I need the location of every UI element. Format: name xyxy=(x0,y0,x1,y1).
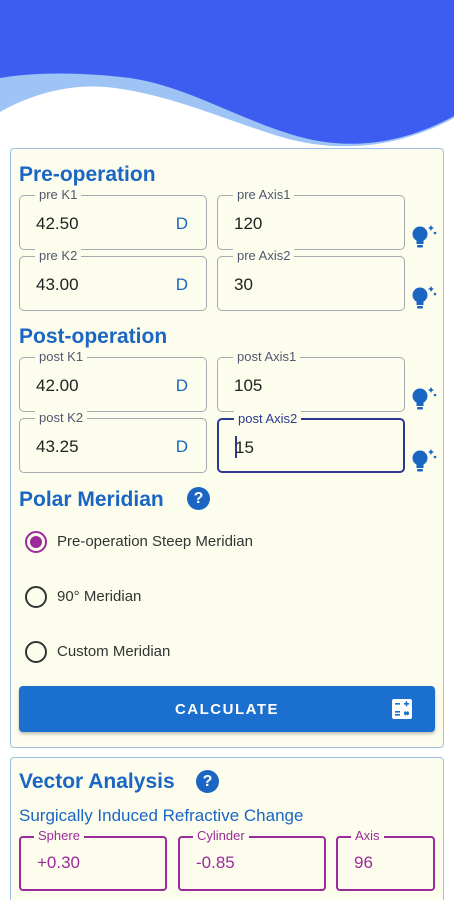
cylinder-value: -0.85 xyxy=(196,853,235,872)
pre-k2-label: pre K2 xyxy=(35,248,82,264)
polar-meridian-title: Polar Meridian xyxy=(19,488,164,511)
pre-k1-unit: D xyxy=(175,214,188,233)
cylinder-output: Cylinder -0.85 xyxy=(178,828,326,891)
post-k2-unit: D xyxy=(175,437,188,456)
post-k2-value[interactable]: 43.25 xyxy=(36,437,79,457)
post-k2-label: post K2 xyxy=(35,410,88,426)
axis-value: 96 xyxy=(354,853,373,872)
post-axis1-field[interactable]: post Axis1 105 xyxy=(217,349,405,412)
post-k2-field[interactable]: post K2 43.25 D xyxy=(19,410,207,473)
help-icon[interactable]: ? xyxy=(196,770,219,793)
pre-k2-value[interactable]: 43.00 xyxy=(36,275,79,295)
post-axis2-label: post Axis2 xyxy=(234,411,302,427)
radio-button[interactable] xyxy=(25,586,47,608)
pre-axis1-label: pre Axis1 xyxy=(233,187,295,203)
calculate-label: CALCULATE xyxy=(174,701,280,718)
vector-analysis-title: Vector Analysis xyxy=(19,770,175,793)
pre-k2-field[interactable]: pre K2 43.00 D xyxy=(19,248,207,311)
post-k1-label: post K1 xyxy=(35,349,88,365)
lightbulb-icon[interactable] xyxy=(408,221,438,251)
radio-label: 90° Meridian xyxy=(57,588,142,605)
pre-operation-title: Pre-operation xyxy=(19,163,156,186)
radio-label: Pre-operation Steep Meridian xyxy=(57,533,253,550)
radio-label: Custom Meridian xyxy=(57,643,171,660)
pre-axis2-field[interactable]: pre Axis2 30 xyxy=(217,248,405,311)
post-operation-title: Post-operation xyxy=(19,325,168,348)
lightbulb-icon[interactable] xyxy=(408,282,438,312)
post-k1-unit: D xyxy=(175,376,188,395)
input-card: Pre-operation pre K1 42.50 D pre Axis1 1… xyxy=(10,148,444,748)
pre-axis2-label: pre Axis2 xyxy=(233,248,295,264)
vector-analysis-subtitle: Surgically Induced Refractive Change xyxy=(19,806,304,825)
sphere-output: Sphere +0.30 xyxy=(19,828,167,891)
radio-button[interactable] xyxy=(25,641,47,663)
cylinder-label: Cylinder xyxy=(193,828,249,844)
radio-button-checked[interactable] xyxy=(25,531,47,553)
sphere-label: Sphere xyxy=(34,828,84,844)
calculate-button[interactable]: CALCULATE xyxy=(19,686,435,732)
axis-output: Axis 96 xyxy=(336,828,435,891)
pre-axis1-field[interactable]: pre Axis1 120 xyxy=(217,187,405,250)
post-k1-value[interactable]: 42.00 xyxy=(36,376,79,396)
post-axis1-value[interactable]: 105 xyxy=(234,376,262,396)
sphere-value: +0.30 xyxy=(37,853,81,872)
header-wave xyxy=(0,0,454,160)
lightbulb-icon[interactable] xyxy=(408,383,438,413)
pre-k1-field[interactable]: pre K1 42.50 D xyxy=(19,187,207,250)
lightbulb-icon[interactable] xyxy=(408,445,438,475)
pre-k1-value[interactable]: 42.50 xyxy=(36,214,79,234)
pre-k1-label: pre K1 xyxy=(35,187,82,203)
post-axis2-field[interactable]: post Axis2 15 xyxy=(217,411,405,473)
post-k1-field[interactable]: post K1 42.00 D xyxy=(19,349,207,412)
calculator-icon xyxy=(392,699,412,719)
vector-analysis-card: Vector Analysis ? Surgically Induced Ref… xyxy=(10,757,444,900)
help-icon[interactable]: ? xyxy=(187,487,210,510)
pre-axis2-value[interactable]: 30 xyxy=(234,275,253,295)
pre-axis1-value[interactable]: 120 xyxy=(234,214,262,234)
axis-label: Axis xyxy=(351,828,384,844)
pre-k2-unit: D xyxy=(175,275,188,294)
post-axis1-label: post Axis1 xyxy=(233,349,301,365)
post-axis2-value[interactable]: 15 xyxy=(235,438,254,458)
